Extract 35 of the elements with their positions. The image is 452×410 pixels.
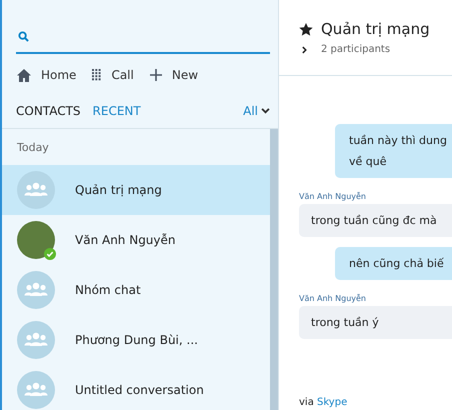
tab[interactable]: RECENT bbox=[92, 104, 141, 118]
chat-title: Quản trị mạng bbox=[321, 20, 430, 38]
conversation-item[interactable]: Phương Dung Bùi, ... bbox=[2, 315, 270, 365]
conversation-item[interactable]: Untitled conversation bbox=[2, 365, 270, 410]
group-avatar-icon bbox=[17, 171, 55, 209]
chevron-right-icon[interactable] bbox=[302, 46, 307, 54]
star-icon[interactable] bbox=[299, 22, 313, 36]
filter-dropdown[interactable]: All bbox=[243, 104, 270, 118]
tab[interactable]: CONTACTS bbox=[16, 104, 81, 118]
sender-name: Văn Anh Nguyễn bbox=[299, 192, 368, 201]
footer-text: via bbox=[299, 397, 314, 408]
search-icon bbox=[18, 31, 29, 42]
nav-button[interactable]: Call bbox=[92, 68, 134, 82]
photo-placeholder bbox=[17, 221, 55, 259]
home-icon bbox=[17, 68, 31, 82]
message-bubble: trong tuần cũng đc mà bbox=[299, 204, 452, 237]
section-label: Today bbox=[16, 140, 50, 156]
group-avatar-icon bbox=[17, 321, 55, 359]
participants-count[interactable]: 2 participants bbox=[321, 44, 390, 55]
message-bubble: trong tuần ý bbox=[299, 306, 452, 339]
message-bubble: tuần này thì dung về quê bbox=[335, 124, 452, 178]
nav-button[interactable]: Home bbox=[17, 68, 76, 82]
skype-link[interactable]: Skype bbox=[317, 397, 348, 408]
group-avatar-icon bbox=[17, 371, 55, 409]
group-avatar-icon bbox=[17, 271, 55, 309]
chevron-down-icon bbox=[261, 108, 270, 114]
conversation-item[interactable]: Nhóm chat bbox=[2, 265, 270, 315]
dialpad-icon bbox=[92, 69, 102, 81]
sender-name: Văn Anh Nguyễn bbox=[299, 294, 368, 303]
nav-button[interactable]: New bbox=[150, 68, 198, 82]
conversation-item[interactable]: Văn Anh Nguyễn bbox=[2, 215, 270, 265]
conversation-item[interactable]: Quản trị mạng bbox=[2, 165, 270, 215]
scrollbar[interactable] bbox=[270, 129, 278, 410]
message-bubble: nên cũng chả biế bbox=[335, 247, 452, 280]
plus-icon bbox=[150, 69, 162, 81]
